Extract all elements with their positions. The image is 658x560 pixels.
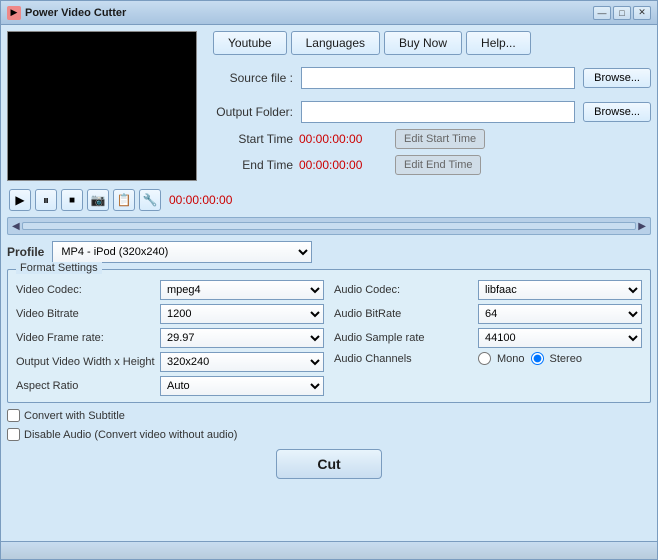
end-time-value: 00:00:00:00 [299,158,389,172]
screenshot-button[interactable]: 📷 [87,189,109,211]
seek-right-arrow[interactable]: ▶ [638,221,646,232]
video-framerate-select[interactable]: 29.97 25 30 24 [160,328,324,348]
audio-channels-radios: Mono Stereo [478,352,582,365]
audio-bitrate-label: Audio BitRate [334,308,474,320]
audio-samplerate-label: Audio Sample rate [334,332,474,344]
subtitle-label: Convert with Subtitle [24,410,125,422]
minimize-button[interactable]: — [593,6,611,20]
status-bar [1,541,657,559]
source-browse-button[interactable]: Browse... [583,68,651,88]
play-icon: ▶ [15,193,24,207]
profile-label: Profile [7,245,44,259]
end-time-label: End Time [203,158,293,172]
video-codec-label: Video Codec: [16,284,156,296]
app-icon: ▶ [7,6,21,20]
output-folder-row: Output Folder: Browse... [203,101,651,123]
format-settings-box: Format Settings Video Codec: mpeg4 libx2… [7,269,651,403]
current-time-display: 00:00:00:00 [169,193,232,207]
start-time-label: Start Time [203,132,293,146]
output-size-row: Output Video Width x Height 320x240 640x… [16,352,324,372]
format-settings-legend: Format Settings [16,262,102,274]
camera-icon: 📷 [91,193,106,207]
disable-audio-label: Disable Audio (Convert video without aud… [24,429,237,441]
close-button[interactable]: ✕ [633,6,651,20]
edit-start-time-button[interactable]: Edit Start Time [395,129,485,149]
main-content: Youtube Languages Buy Now Help... Source… [1,25,657,541]
audio-bitrate-select[interactable]: 64 128 192 256 [478,304,642,324]
disable-audio-checkbox-row: Disable Audio (Convert video without aud… [7,428,651,441]
video-codec-select[interactable]: mpeg4 libx264 mpeg2video [160,280,324,300]
aspect-ratio-label: Aspect Ratio [16,380,156,392]
clip-icon: 📋 [117,193,132,207]
help-button[interactable]: Help... [466,31,531,55]
controls-row: ▶ ⏸ ■ 📷 📋 🔧 00:00:00:00 [7,185,651,213]
wrench-icon: 🔧 [143,193,158,207]
stereo-radio[interactable] [531,352,544,365]
mono-radio[interactable] [478,352,491,365]
format-right-col: Audio Codec: libfaac mp3 aac Audio BitRa… [334,280,642,396]
seek-bar-container: ◀ ▶ [7,217,651,235]
youtube-button[interactable]: Youtube [213,31,287,55]
maximize-button[interactable]: □ [613,6,631,20]
stop-icon: ■ [69,195,75,206]
start-time-row: Start Time 00:00:00:00 Edit Start Time [203,129,651,149]
output-folder-label: Output Folder: [203,105,293,119]
title-bar: ▶ Power Video Cutter — □ ✕ [1,1,657,25]
mono-label: Mono [497,353,525,365]
profile-row: Profile MP4 - iPod (320x240) AVI MP4 MP3 [7,239,651,265]
settings-button[interactable]: 🔧 [139,189,161,211]
subtitle-checkbox[interactable] [7,409,20,422]
audio-bitrate-row: Audio BitRate 64 128 192 256 [334,304,642,324]
stereo-label: Stereo [550,353,582,365]
main-window: ▶ Power Video Cutter — □ ✕ Youtube Langu… [0,0,658,560]
edit-end-time-button[interactable]: Edit End Time [395,155,481,175]
seek-bar[interactable] [22,222,637,230]
start-time-value: 00:00:00:00 [299,132,389,146]
output-size-select[interactable]: 320x240 640x480 1280x720 [160,352,324,372]
seek-left-arrow[interactable]: ◀ [12,221,20,232]
pause-button[interactable]: ⏸ [35,189,57,211]
title-bar-left: ▶ Power Video Cutter [7,6,126,20]
top-right: Youtube Languages Buy Now Help... Source… [203,31,651,175]
play-button[interactable]: ▶ [9,189,31,211]
video-codec-row: Video Codec: mpeg4 libx264 mpeg2video [16,280,324,300]
audio-codec-label: Audio Codec: [334,284,474,296]
languages-button[interactable]: Languages [291,31,380,55]
output-size-label: Output Video Width x Height [16,356,156,368]
source-file-row: Source file : Browse... [203,67,651,89]
pause-icon: ⏸ [43,193,49,208]
window-title: Power Video Cutter [25,7,126,19]
audio-channels-label: Audio Channels [334,353,474,365]
aspect-ratio-select[interactable]: Auto 4:3 16:9 [160,376,324,396]
format-left-col: Video Codec: mpeg4 libx264 mpeg2video Vi… [16,280,324,396]
audio-samplerate-row: Audio Sample rate 44100 22050 48000 [334,328,642,348]
video-bitrate-row: Video Bitrate 1200 800 1500 2000 [16,304,324,324]
buy-now-button[interactable]: Buy Now [384,31,462,55]
format-inner: Video Codec: mpeg4 libx264 mpeg2video Vi… [16,280,642,396]
end-time-row: End Time 00:00:00:00 Edit End Time [203,155,651,175]
profile-select[interactable]: MP4 - iPod (320x240) AVI MP4 MP3 [52,241,312,263]
video-framerate-label: Video Frame rate: [16,332,156,344]
video-framerate-row: Video Frame rate: 29.97 25 30 24 [16,328,324,348]
clip-button[interactable]: 📋 [113,189,135,211]
disable-audio-checkbox[interactable] [7,428,20,441]
output-folder-input[interactable] [301,101,575,123]
audio-channels-row: Audio Channels Mono Stereo [334,352,642,365]
source-file-input[interactable] [301,67,575,89]
subtitle-checkbox-row: Convert with Subtitle [7,409,651,422]
window-controls: — □ ✕ [593,6,651,20]
top-buttons: Youtube Languages Buy Now Help... [203,31,651,55]
video-bitrate-label: Video Bitrate [16,308,156,320]
stop-button[interactable]: ■ [61,189,83,211]
video-bitrate-select[interactable]: 1200 800 1500 2000 [160,304,324,324]
source-file-label: Source file : [203,71,293,85]
video-preview [7,31,197,181]
audio-codec-select[interactable]: libfaac mp3 aac [478,280,642,300]
top-row: Youtube Languages Buy Now Help... Source… [7,31,651,181]
output-browse-button[interactable]: Browse... [583,102,651,122]
audio-samplerate-select[interactable]: 44100 22050 48000 [478,328,642,348]
audio-codec-row: Audio Codec: libfaac mp3 aac [334,280,642,300]
cut-button[interactable]: Cut [276,449,381,479]
aspect-ratio-row: Aspect Ratio Auto 4:3 16:9 [16,376,324,396]
